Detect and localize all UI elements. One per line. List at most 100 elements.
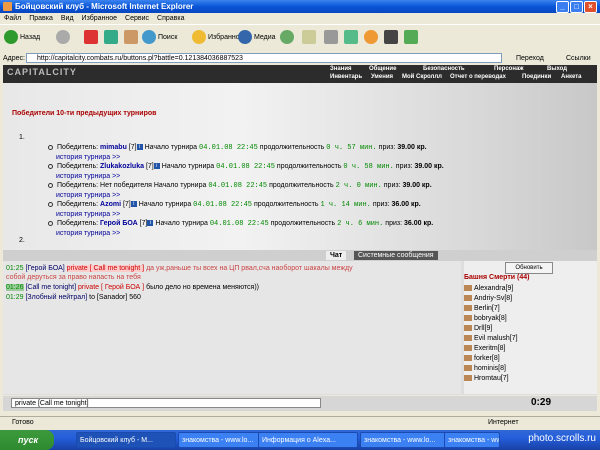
site-logo: CAPITALCITY xyxy=(7,67,77,77)
menu-view[interactable]: Вид xyxy=(61,15,74,22)
location-header: Башня Смерти (44) xyxy=(464,274,530,281)
tournament-heading: Победители 10-ти предыдущих турниров xyxy=(12,110,157,117)
chat-line-continued: собой деруться за право напасть на тебя xyxy=(6,274,141,281)
info-icon[interactable]: i xyxy=(147,220,154,227)
clock: 0:29 xyxy=(531,397,552,408)
media-icon xyxy=(238,30,252,45)
nav-fights[interactable]: Поединки xyxy=(522,74,551,80)
nav-my-scroll[interactable]: Мой Скроллл xyxy=(402,74,442,80)
media-button[interactable]: Медиа xyxy=(238,29,276,47)
search-icon xyxy=(142,30,156,45)
chat-message-input[interactable]: private [Call me tonight] xyxy=(11,398,321,408)
watermark: photo.scrolls.ru xyxy=(528,433,596,444)
home-button[interactable] xyxy=(124,29,140,47)
info-icon[interactable]: i xyxy=(136,144,143,151)
extra-button[interactable] xyxy=(404,29,420,47)
status-bar: Готово Интернет xyxy=(0,416,600,428)
user-row[interactable]: forker[8] xyxy=(464,354,500,364)
user-row[interactable]: Evil malush[7] xyxy=(464,334,518,344)
links-button[interactable]: Ссылки xyxy=(566,52,591,65)
nav-exit[interactable]: Выход xyxy=(547,66,567,72)
user-row[interactable]: Andriy-Sv[8] xyxy=(464,294,512,304)
minimize-button[interactable]: _ xyxy=(556,1,569,13)
user-status-icon xyxy=(464,295,472,302)
online-users-panel: Обновить Башня Смерти (44) Alexandra[9] … xyxy=(464,261,597,394)
history-icon xyxy=(280,30,294,45)
menu-file[interactable]: Файл xyxy=(4,15,21,22)
icq-button[interactable] xyxy=(364,29,380,47)
flower-icon xyxy=(364,30,378,45)
menu-favorites[interactable]: Избранное xyxy=(82,15,117,22)
user-row[interactable]: Alexandra[9] xyxy=(464,284,513,294)
nav-skills[interactable]: Умения xyxy=(371,74,393,80)
go-button[interactable]: Переход xyxy=(516,52,544,65)
history-link[interactable]: история турнира >> xyxy=(56,173,120,180)
chat-tabs: Чат Системные сообщения xyxy=(3,250,597,261)
mail-icon xyxy=(302,30,316,45)
address-input[interactable]: http://capitalcity.combats.ru/buttons.pl… xyxy=(26,53,502,63)
tournament-entry: Победитель: mimabu [7] i Начало турнира 0… xyxy=(48,143,427,162)
back-button[interactable]: Назад xyxy=(4,29,40,47)
info-icon[interactable]: i xyxy=(130,201,137,208)
history-link[interactable]: история турнира >> xyxy=(56,211,120,218)
nav-chat[interactable]: Общение xyxy=(369,66,396,72)
maximize-button[interactable]: □ xyxy=(570,1,583,13)
toolbar: Назад Поиск Избранное Медиа xyxy=(0,24,600,53)
forward-button[interactable] xyxy=(56,29,72,47)
user-row[interactable]: Berlin[7] xyxy=(464,304,500,314)
stop-button[interactable] xyxy=(84,29,100,47)
menu-edit[interactable]: Правка xyxy=(29,15,53,22)
user-row[interactable]: Drll[9] xyxy=(464,324,492,334)
close-button[interactable]: × xyxy=(584,1,597,13)
menu-bar: Файл Правка Вид Избранное Сервис Справка xyxy=(0,13,600,24)
status-text: Готово xyxy=(12,419,34,426)
address-bar: Адрес: http://capitalcity.combats.ru/but… xyxy=(0,52,600,65)
nav-inventory[interactable]: Инвентарь xyxy=(330,74,362,80)
nav-transfer-report[interactable]: Отчет о переводах xyxy=(450,74,506,80)
mail-button[interactable] xyxy=(302,29,318,47)
messenger-button[interactable] xyxy=(384,29,400,47)
search-button[interactable]: Поиск xyxy=(142,29,177,47)
nav-character[interactable]: Персонаж xyxy=(494,66,524,72)
chat-input-bar: private [Call me tonight] 0:29 xyxy=(3,396,597,411)
winner-name[interactable]: Zlukakozluka xyxy=(100,163,144,170)
user-row[interactable]: hominis[8] xyxy=(464,364,506,374)
user-status-icon xyxy=(464,355,472,362)
tournament-entry: Победитель: Zlukakozluka [7] i Начало тур… xyxy=(48,162,444,181)
favorites-button[interactable]: Избранное xyxy=(192,29,243,47)
taskbar-item[interactable]: Бойцовский клуб - M... xyxy=(76,432,176,448)
nav-profile[interactable]: Анкета xyxy=(561,74,582,80)
site-frame: CAPITALCITY Знания Общение Безопасность … xyxy=(3,65,597,395)
user-status-icon xyxy=(464,305,472,312)
edit-button[interactable] xyxy=(344,29,360,47)
ie-icon xyxy=(3,2,12,11)
tab-system-messages[interactable]: Системные сообщения xyxy=(354,251,438,260)
winner-name[interactable]: Герой БОА xyxy=(100,220,138,227)
history-link[interactable]: история турнира >> xyxy=(56,230,120,237)
history-button[interactable] xyxy=(280,29,296,47)
nav-knowledge[interactable]: Знания xyxy=(330,66,352,72)
tab-chat[interactable]: Чат xyxy=(326,251,347,260)
nav-security[interactable]: Безопасность xyxy=(423,66,465,72)
taskbar-item[interactable]: знакомства - www.lo... xyxy=(444,432,500,448)
winner-name[interactable]: Azomi xyxy=(100,201,121,208)
refresh-button[interactable] xyxy=(104,29,120,47)
user-status-icon xyxy=(464,375,472,382)
print-button[interactable] xyxy=(324,29,340,47)
menu-tools[interactable]: Сервис xyxy=(125,15,149,22)
start-button[interactable]: пуск xyxy=(0,430,54,450)
info-icon[interactable]: i xyxy=(153,163,160,170)
user-row[interactable]: Hromtau[7] xyxy=(464,374,509,384)
history-link[interactable]: история турнира >> xyxy=(56,154,120,161)
refresh-users-button[interactable]: Обновить xyxy=(505,262,553,274)
user-row[interactable]: Exeritm[8] xyxy=(464,344,506,354)
user-status-icon xyxy=(464,325,472,332)
taskbar-item[interactable]: Информация о Alexa... xyxy=(258,432,358,448)
user-status-icon xyxy=(464,365,472,372)
winner-name[interactable]: mimabu xyxy=(100,144,127,151)
user-row[interactable]: bobryak[8] xyxy=(464,314,507,324)
menu-help[interactable]: Справка xyxy=(157,15,184,22)
chat-line: 01:25 [Герой БОА] private [ Call me toni… xyxy=(6,265,353,272)
tournament-panel: Победители 10-ти предыдущих турниров 1. … xyxy=(3,83,597,250)
history-link[interactable]: история турнира >> xyxy=(56,192,120,199)
